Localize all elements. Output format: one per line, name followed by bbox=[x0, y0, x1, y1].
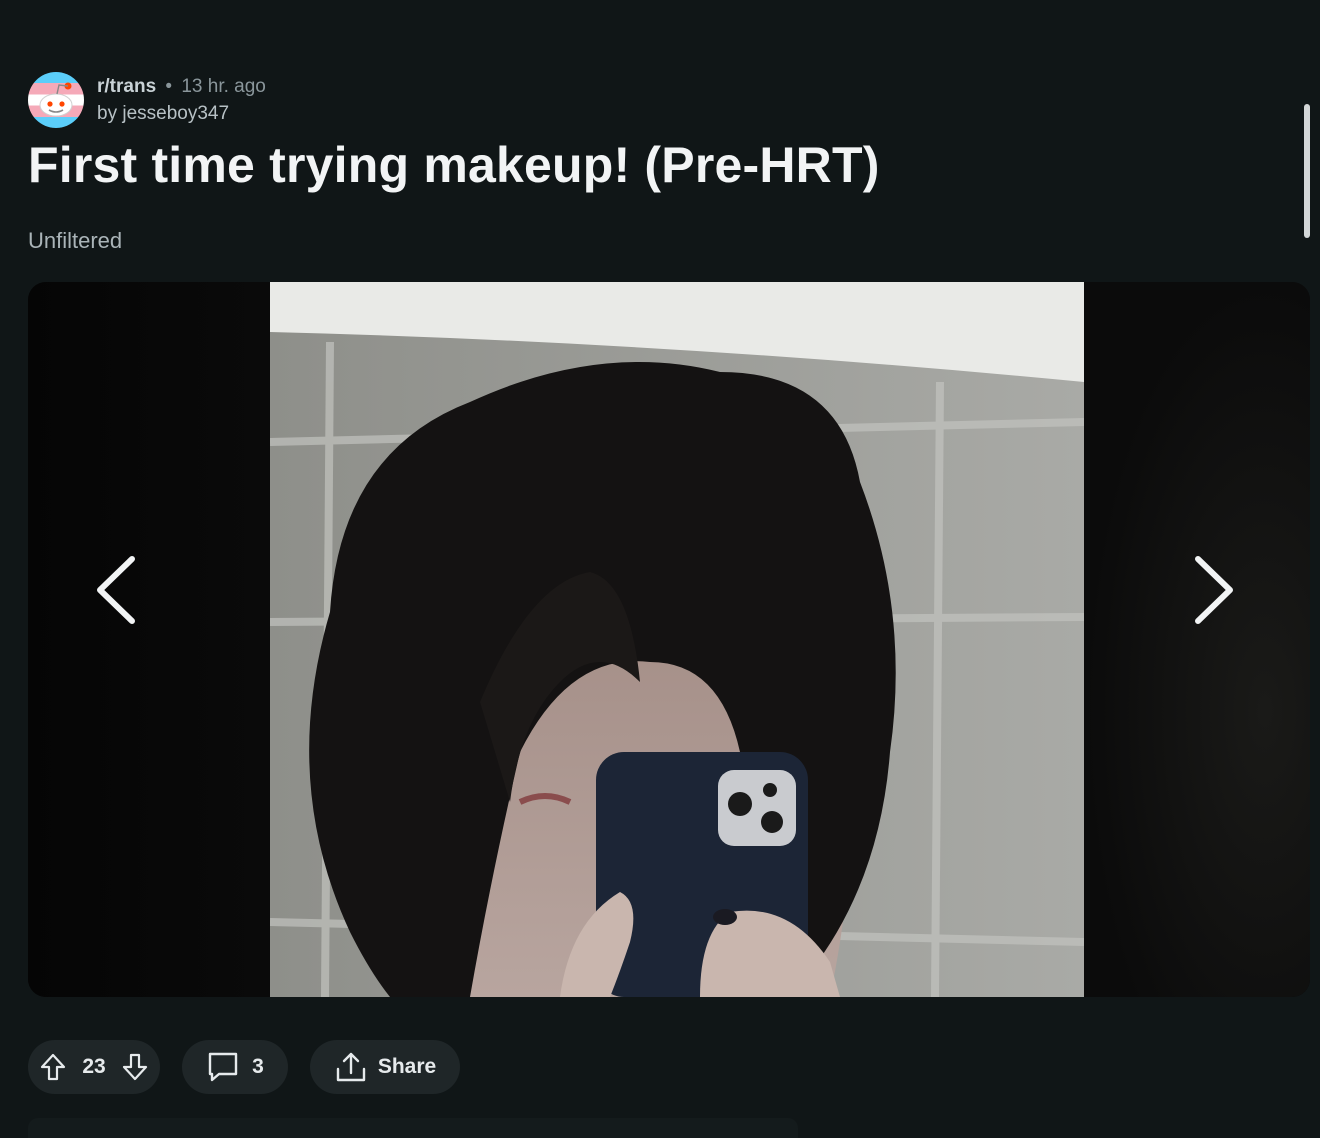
gallery-next-button[interactable] bbox=[1184, 550, 1244, 630]
subreddit-link[interactable]: r/trans bbox=[97, 76, 156, 97]
downvote-icon[interactable] bbox=[122, 1053, 148, 1081]
comment-count: 3 bbox=[252, 1055, 264, 1078]
comments-button[interactable]: 3 bbox=[182, 1040, 288, 1094]
post-author[interactable]: by jesseboy347 bbox=[97, 100, 266, 127]
share-icon bbox=[334, 1051, 368, 1083]
post-header: r/trans • 13 hr. ago by jesseboy347 bbox=[28, 72, 266, 128]
post-flair[interactable]: Unfiltered bbox=[28, 228, 122, 254]
post-container: r/trans • 13 hr. ago by jesseboy347 Firs… bbox=[0, 0, 1320, 1138]
gallery-backdrop-right bbox=[1084, 282, 1310, 997]
chevron-right-icon bbox=[1195, 556, 1233, 624]
next-section-edge bbox=[28, 1118, 798, 1138]
chevron-left-icon bbox=[97, 556, 135, 624]
post-image[interactable] bbox=[270, 282, 1084, 997]
gallery-prev-button[interactable] bbox=[86, 550, 146, 630]
vote-count: 23 bbox=[82, 1055, 106, 1078]
subreddit-avatar[interactable] bbox=[28, 72, 84, 128]
vote-control: 23 bbox=[28, 1040, 160, 1094]
scrollbar-thumb[interactable] bbox=[1304, 104, 1310, 238]
snoo-icon bbox=[39, 82, 73, 117]
share-label: Share bbox=[377, 1055, 437, 1078]
meta-separator: • bbox=[165, 76, 173, 97]
image-gallery[interactable] bbox=[28, 282, 1310, 997]
post-action-bar: 23 3 Share bbox=[28, 1040, 460, 1094]
post-title[interactable]: First time trying makeup! (Pre-HRT) bbox=[28, 136, 880, 194]
share-button[interactable]: Share bbox=[310, 1040, 460, 1094]
upvote-icon[interactable] bbox=[40, 1053, 66, 1081]
gallery-backdrop-left bbox=[28, 282, 270, 997]
post-timestamp: 13 hr. ago bbox=[181, 76, 266, 97]
comment-icon bbox=[206, 1051, 240, 1083]
